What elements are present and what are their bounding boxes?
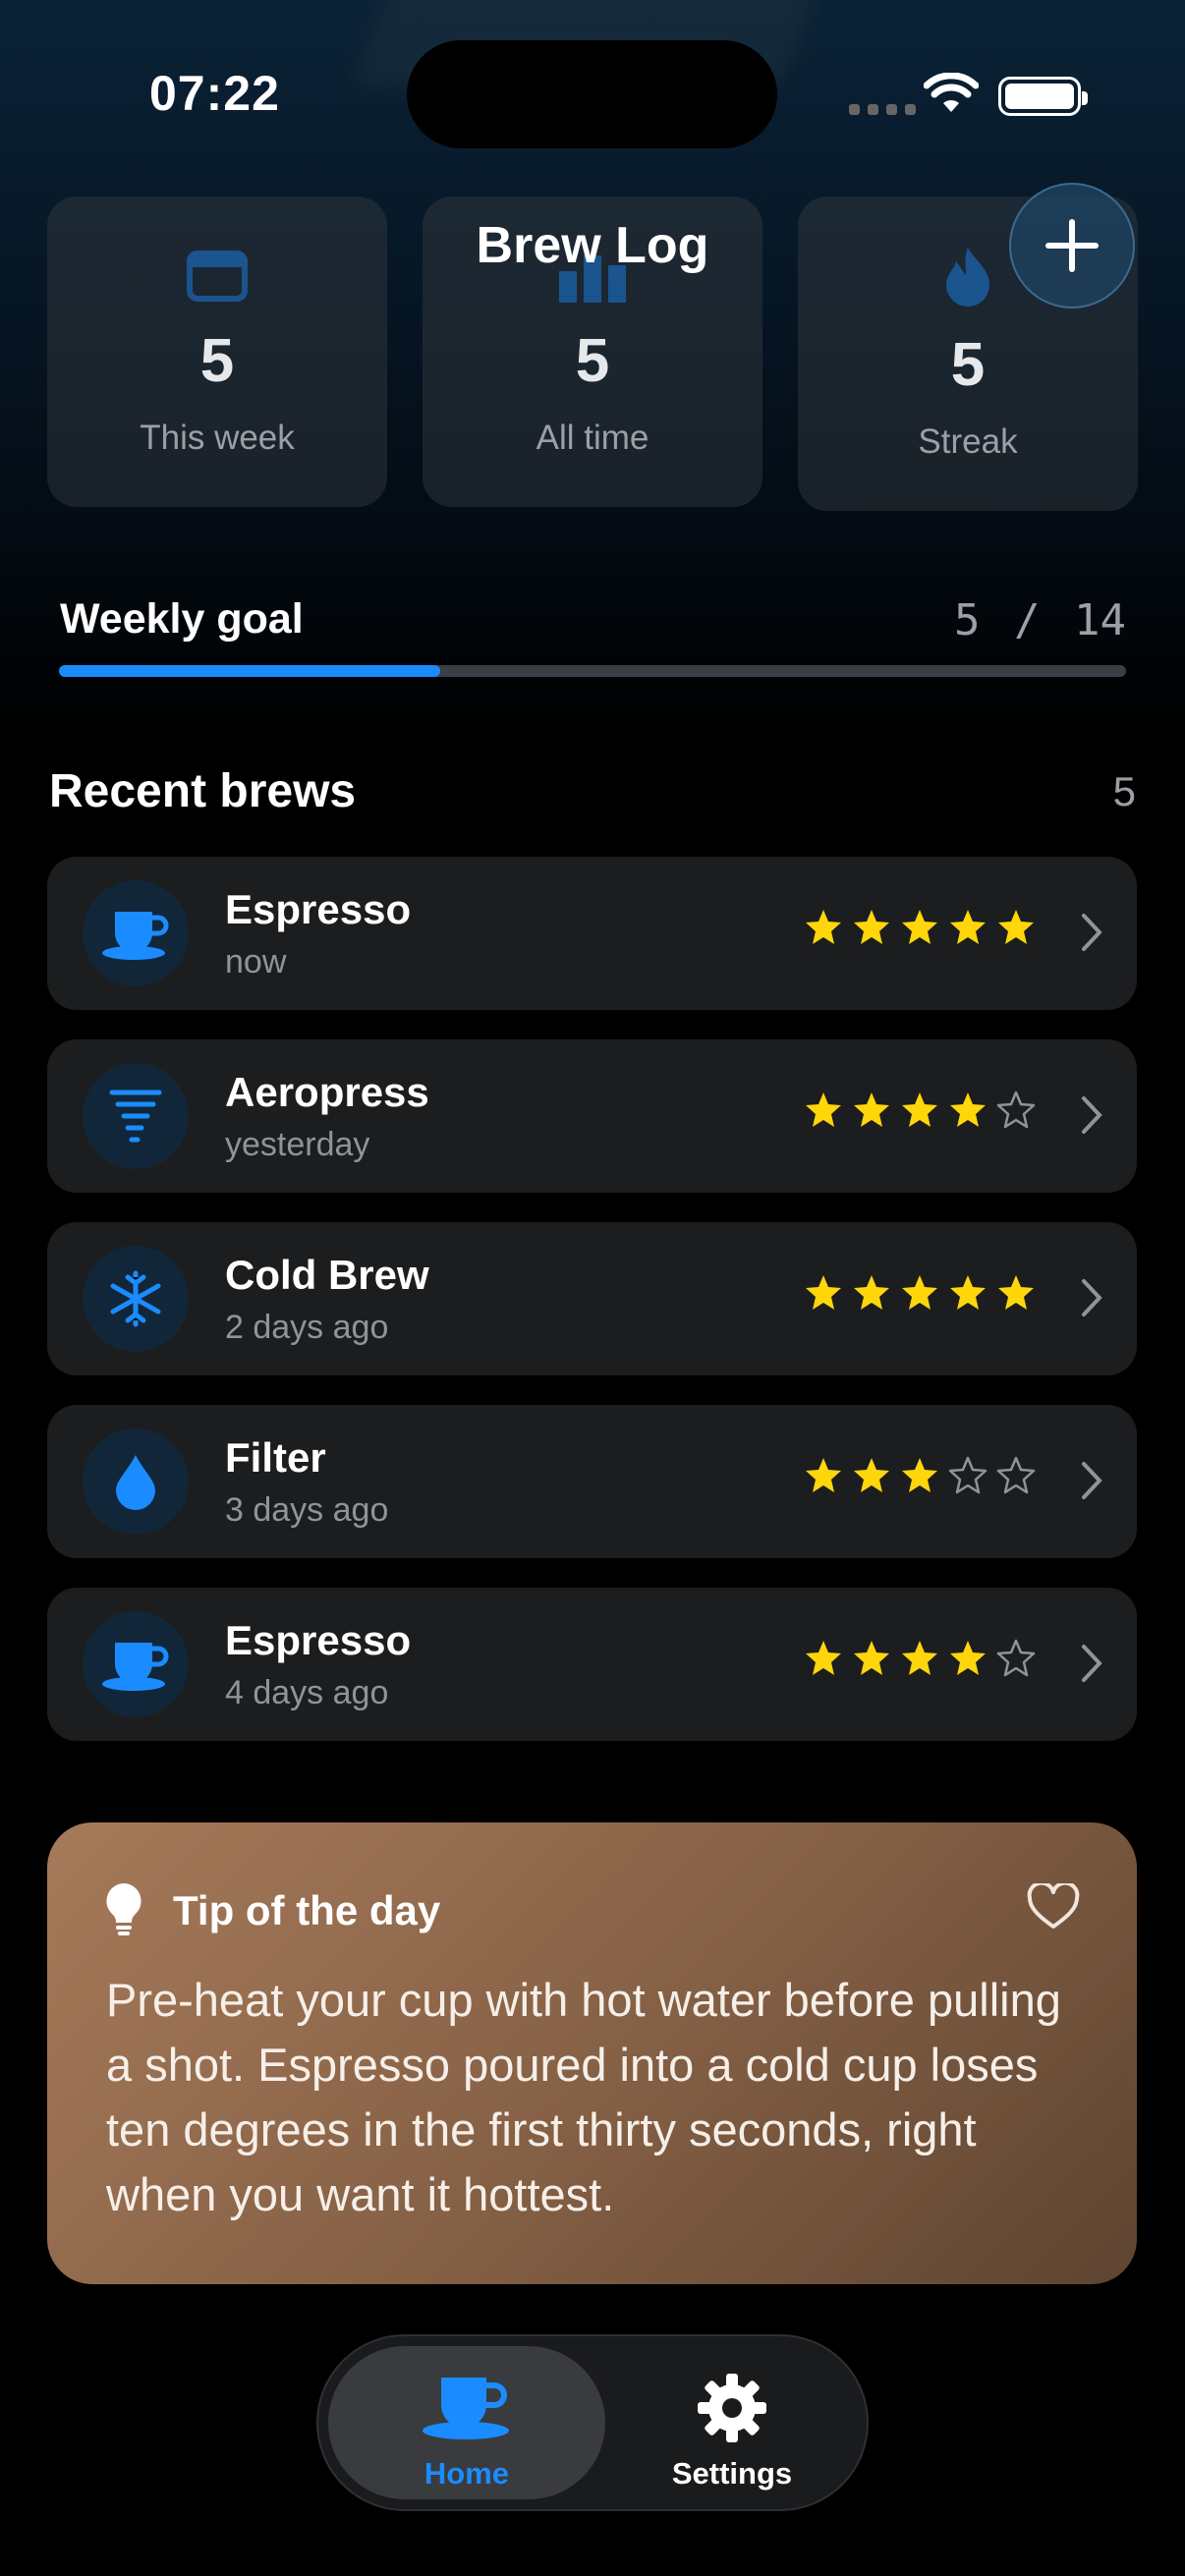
star-filled-icon <box>950 1092 986 1127</box>
brew-time: 4 days ago <box>225 1674 389 1711</box>
star-rating <box>804 1273 1036 1313</box>
chevron-right-icon <box>1082 1645 1102 1682</box>
brew-name: Espresso <box>225 1617 412 1663</box>
star-filled-icon <box>854 1458 889 1492</box>
star-filled-icon <box>854 1641 889 1675</box>
weekly-goal-label: Weekly goal <box>60 595 304 643</box>
brew-time: 3 days ago <box>225 1491 389 1529</box>
star-filled-icon <box>854 1092 889 1127</box>
chevron-right-icon <box>1082 1462 1102 1499</box>
recent-brews-title: Recent brews <box>49 765 357 817</box>
star-filled-icon <box>806 910 841 944</box>
tab-home[interactable]: Home <box>328 2346 605 2499</box>
weekly-goal-progress <box>59 665 1126 677</box>
star-filled-icon <box>854 1275 889 1310</box>
page-title: Brew Log <box>476 217 709 274</box>
star-filled-icon <box>806 1092 841 1127</box>
stat-label: This week <box>140 419 295 457</box>
chevron-right-icon <box>1082 1279 1102 1316</box>
tab-label: Settings <box>671 2456 793 2491</box>
star-rating <box>804 908 1036 947</box>
brew-name: Filter <box>225 1434 326 1481</box>
brew-time: yesterday <box>225 1126 370 1163</box>
star-filled-icon <box>806 1275 841 1310</box>
star-filled-icon <box>998 1275 1034 1310</box>
brew-row[interactable]: Espresso 4 days ago <box>47 1588 1137 1741</box>
star-empty-icon <box>996 1639 1036 1677</box>
recent-brews-count: 5 <box>1112 768 1136 814</box>
chevron-right-icon <box>1082 914 1102 951</box>
snowflake-icon <box>83 1246 189 1352</box>
coffee-cup-icon <box>328 2372 605 2440</box>
star-rating <box>804 1639 1036 1678</box>
star-filled-icon <box>950 1641 986 1675</box>
star-filled-icon <box>902 1641 937 1675</box>
brew-name: Cold Brew <box>225 1252 429 1298</box>
stat-value: 5 <box>199 327 235 395</box>
tip-text: Pre-heat your cup with hot water before … <box>106 1974 1061 2220</box>
coffee-cup-icon <box>83 880 189 986</box>
stat-label: All time <box>536 419 649 457</box>
plus-icon <box>1045 219 1099 272</box>
star-filled-icon <box>950 1275 986 1310</box>
brew-row[interactable]: Filter 3 days ago <box>47 1405 1137 1558</box>
tip-card: Tip of the day Pre-heat your cup with ho… <box>47 1822 1137 2284</box>
dynamic-island <box>407 40 777 148</box>
chevron-right-icon <box>1082 1096 1102 1134</box>
cellular-signal-icon <box>849 104 916 115</box>
lightbulb-icon <box>106 1883 141 1935</box>
star-filled-icon <box>902 1092 937 1127</box>
brew-name: Aeropress <box>225 1069 429 1115</box>
heart-icon[interactable] <box>1027 1883 1080 1931</box>
star-rating <box>804 1456 1036 1495</box>
tab-settings[interactable]: Settings <box>603 2346 861 2499</box>
weekly-goal-count: 5 / 14 <box>954 595 1126 645</box>
tab-label: Home <box>423 2456 510 2491</box>
add-brew-button[interactable] <box>1009 183 1135 308</box>
brew-time: 2 days ago <box>225 1309 389 1346</box>
star-filled-icon <box>902 1275 937 1310</box>
brew-time: now <box>225 943 287 980</box>
weekly-goal-progress-fill <box>59 665 440 677</box>
brew-row[interactable]: Cold Brew 2 days ago <box>47 1222 1137 1375</box>
coffee-cup-icon <box>83 1611 189 1717</box>
battery-icon <box>998 77 1088 116</box>
brew-name: Espresso <box>225 886 412 932</box>
drop-icon <box>83 1428 189 1535</box>
star-filled-icon <box>806 1641 841 1675</box>
tornado-icon <box>83 1063 189 1169</box>
star-filled-icon <box>854 910 889 944</box>
star-filled-icon <box>902 1458 937 1492</box>
stat-value: 5 <box>950 331 986 399</box>
brew-row[interactable]: Aeropress yesterday <box>47 1039 1137 1193</box>
stat-value: 5 <box>575 327 610 395</box>
gear-icon <box>603 2372 861 2444</box>
star-empty-icon <box>948 1456 988 1494</box>
wifi-icon <box>924 73 979 112</box>
star-filled-icon <box>950 910 986 944</box>
brew-row[interactable]: Espresso now <box>47 857 1137 1010</box>
star-filled-icon <box>902 910 937 944</box>
tab-bar: Home Settings <box>316 2334 869 2511</box>
status-time: 07:22 <box>149 66 280 121</box>
stat-label: Streak <box>918 422 1018 461</box>
star-empty-icon <box>996 1091 1036 1129</box>
star-rating <box>804 1091 1036 1130</box>
star-filled-icon <box>998 910 1034 944</box>
star-filled-icon <box>806 1458 841 1492</box>
tip-title: Tip of the day <box>173 1887 441 1933</box>
star-empty-icon <box>996 1456 1036 1494</box>
